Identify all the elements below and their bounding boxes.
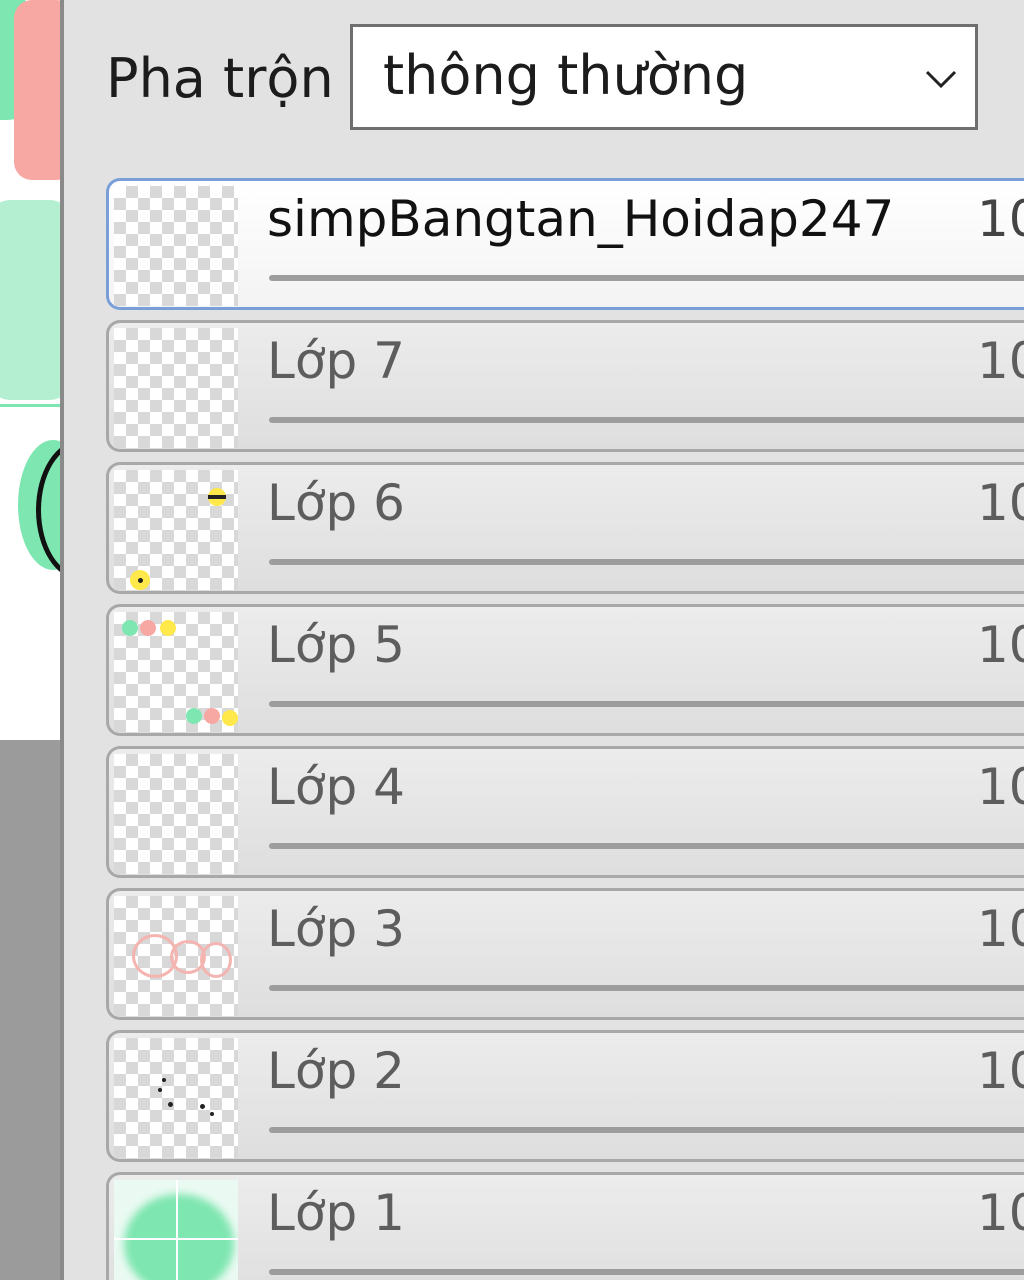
layer-thumbnail <box>114 754 238 874</box>
thumb-dot <box>200 1104 205 1109</box>
layer-row-lop-7[interactable]: Lớp 7 10 <box>106 320 1024 452</box>
layer-name: Lớp 6 <box>267 474 405 532</box>
layer-opacity-slider[interactable] <box>269 559 1024 565</box>
layer-name: Lớp 7 <box>267 332 405 390</box>
layer-opacity: 10 <box>977 900 1024 958</box>
thumb-dot <box>140 620 156 636</box>
layer-opacity: 10 <box>977 758 1024 816</box>
thumb-dash <box>208 495 226 499</box>
layer-thumbnail <box>114 328 238 448</box>
thumb-dot <box>210 1112 214 1116</box>
thumb-dot <box>122 620 138 636</box>
layer-name: simpBangtan_Hoidap247 <box>267 190 895 248</box>
blend-mode-label: Pha trộn <box>106 47 334 110</box>
layer-opacity-slider[interactable] <box>269 701 1024 707</box>
layer-name: Lớp 2 <box>267 1042 405 1100</box>
layer-opacity-slider[interactable] <box>269 275 1024 281</box>
layer-thumbnail <box>114 1038 238 1158</box>
canvas-art-line <box>0 404 62 407</box>
layer-opacity: 10 <box>977 1184 1024 1242</box>
layer-opacity-slider[interactable] <box>269 1127 1024 1133</box>
thumb-dot <box>168 1102 173 1107</box>
thumb-grid-line <box>114 1238 238 1240</box>
thumb-grid-line <box>176 1180 178 1280</box>
layer-opacity-slider[interactable] <box>269 1269 1024 1275</box>
layer-opacity: 10 <box>977 1042 1024 1100</box>
layer-opacity: 10 <box>977 616 1024 674</box>
layer-row-lop-1[interactable]: Lớp 1 10 <box>106 1172 1024 1280</box>
thumb-dot <box>138 578 143 583</box>
layer-row-lop-5[interactable]: Lớp 5 10 <box>106 604 1024 736</box>
chevron-down-icon <box>925 70 957 89</box>
thumb-mint-fill <box>124 1194 234 1280</box>
layer-row-lop-6[interactable]: Lớp 6 10 <box>106 462 1024 594</box>
thumb-dot <box>160 620 176 636</box>
layer-thumbnail <box>114 896 238 1016</box>
canvas-background <box>0 740 62 1280</box>
layer-opacity-slider[interactable] <box>269 417 1024 423</box>
canvas-preview[interactable] <box>0 0 62 740</box>
layer-thumbnail <box>114 470 238 590</box>
layer-name: Lớp 4 <box>267 758 405 816</box>
layer-name: Lớp 5 <box>267 616 405 674</box>
layer-opacity: 10 <box>977 190 1024 248</box>
thumb-dot <box>158 1088 162 1092</box>
layer-row-lop-3[interactable]: Lớp 3 10 <box>106 888 1024 1020</box>
layer-opacity-slider[interactable] <box>269 985 1024 991</box>
thumb-dot <box>162 1078 166 1082</box>
layer-opacity-slider[interactable] <box>269 843 1024 849</box>
thumb-scribble <box>200 942 232 978</box>
thumb-dot <box>222 710 238 726</box>
thumb-dot <box>204 708 220 724</box>
layer-thumbnail <box>114 186 238 306</box>
layer-name: Lớp 1 <box>267 1184 405 1242</box>
blend-mode-dropdown[interactable]: thông thường <box>350 24 978 130</box>
thumb-dot <box>186 708 202 724</box>
layer-row-simpbangtan[interactable]: simpBangtan_Hoidap247 10 <box>106 178 1024 310</box>
blend-mode-value: thông thường <box>383 44 749 107</box>
layer-row-lop-4[interactable]: Lớp 4 10 <box>106 746 1024 878</box>
layer-opacity: 10 <box>977 474 1024 532</box>
layer-thumbnail <box>114 612 238 732</box>
canvas-art-mint-lower <box>0 200 62 400</box>
layer-opacity: 10 <box>977 332 1024 390</box>
layer-name: Lớp 3 <box>267 900 405 958</box>
layer-row-lop-2[interactable]: Lớp 2 10 <box>106 1030 1024 1162</box>
layer-panel: Pha trộn thông thường simpBangtan_Hoidap… <box>64 0 1024 1280</box>
layer-thumbnail <box>114 1180 238 1280</box>
canvas-art-pink <box>14 0 62 180</box>
